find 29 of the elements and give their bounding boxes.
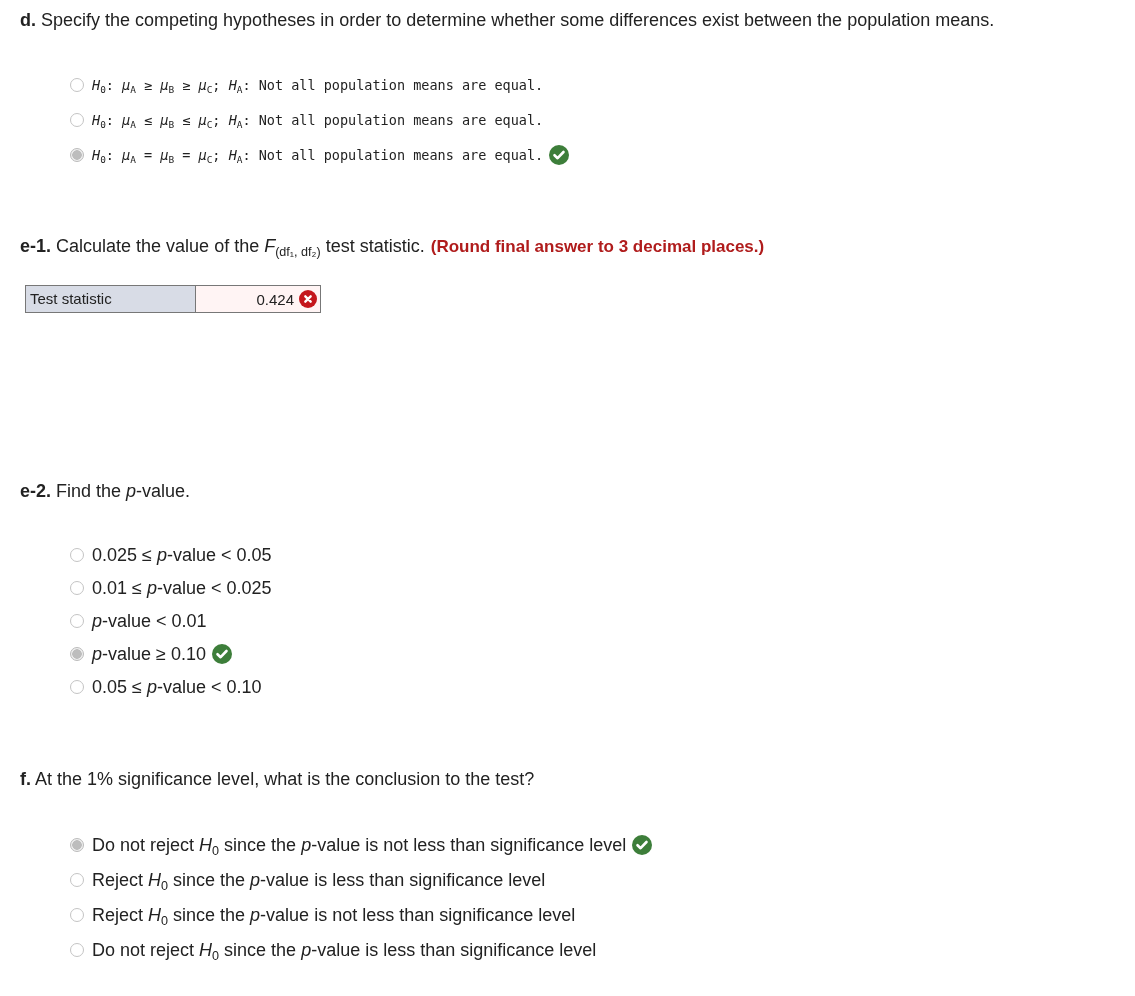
radio-button[interactable]: [70, 614, 84, 628]
radio-button[interactable]: [70, 548, 84, 562]
radio-button[interactable]: [70, 113, 84, 127]
option-text: 0.01 ≤ p-value < 0.025: [92, 577, 272, 600]
radio-button[interactable]: [70, 647, 84, 661]
radio-button[interactable]: [70, 838, 84, 852]
option-text: Reject H$_{0}$ since the p-value is less than significance level: [92, 869, 546, 892]
option-text: Do not reject H$_{0}$ since the p-value is less than significance level: [92, 939, 597, 962]
option-text: H$_{0}$: μ$_{A}$ ≤ μ$_{B}$ ≤ μ$_{C}$; H$_{A}$: Not all population means are equal.: [92, 111, 544, 131]
question-text: f. At the 1% significance level, what is the conclusion to the test?: [20, 768, 536, 791]
radio-button[interactable]: [70, 581, 84, 595]
option-text: H$_{0}$: μ$_{A}$ = μ$_{B}$ = μ$_{C}$; H$_{A}$: Not all population means are equal.: [92, 146, 544, 166]
radio-button[interactable]: [70, 873, 84, 887]
question-text: e-1. Calculate the value of the F$_{(df₁, df₂)}$ test statistic.: [20, 235, 425, 258]
option-text: H$_{0}$: μ$_{A}$ ≥ μ$_{B}$ ≥ μ$_{C}$; H$_{A}$: Not all population means are equal.: [92, 76, 544, 96]
option-text: p-value < 0.01: [92, 610, 207, 633]
radio-button[interactable]: [70, 908, 84, 922]
radio-button[interactable]: [70, 148, 84, 162]
radio-button[interactable]: [70, 680, 84, 694]
option-text: Do not reject H$_{0}$ since the p-value is not less than significance level: [92, 834, 627, 857]
question-text: e-2. Find the p-value.: [20, 480, 192, 503]
option-text: Reject H$_{0}$ since the p-value is not less than significance level: [92, 904, 576, 927]
radio-button[interactable]: [70, 943, 84, 957]
radio-button[interactable]: [70, 78, 84, 92]
option-text: 0.05 ≤ p-value < 0.10: [92, 676, 262, 699]
option-text: p-value ≥ 0.10: [92, 643, 206, 666]
option-text: 0.025 ≤ p-value < 0.05: [92, 544, 272, 567]
question-text: d. Specify the competing hypotheses in order to determine whether some differences exist between the population means.: [20, 9, 996, 32]
instruction-text: (Round final answer to 3 decimal places.): [430, 237, 765, 257]
